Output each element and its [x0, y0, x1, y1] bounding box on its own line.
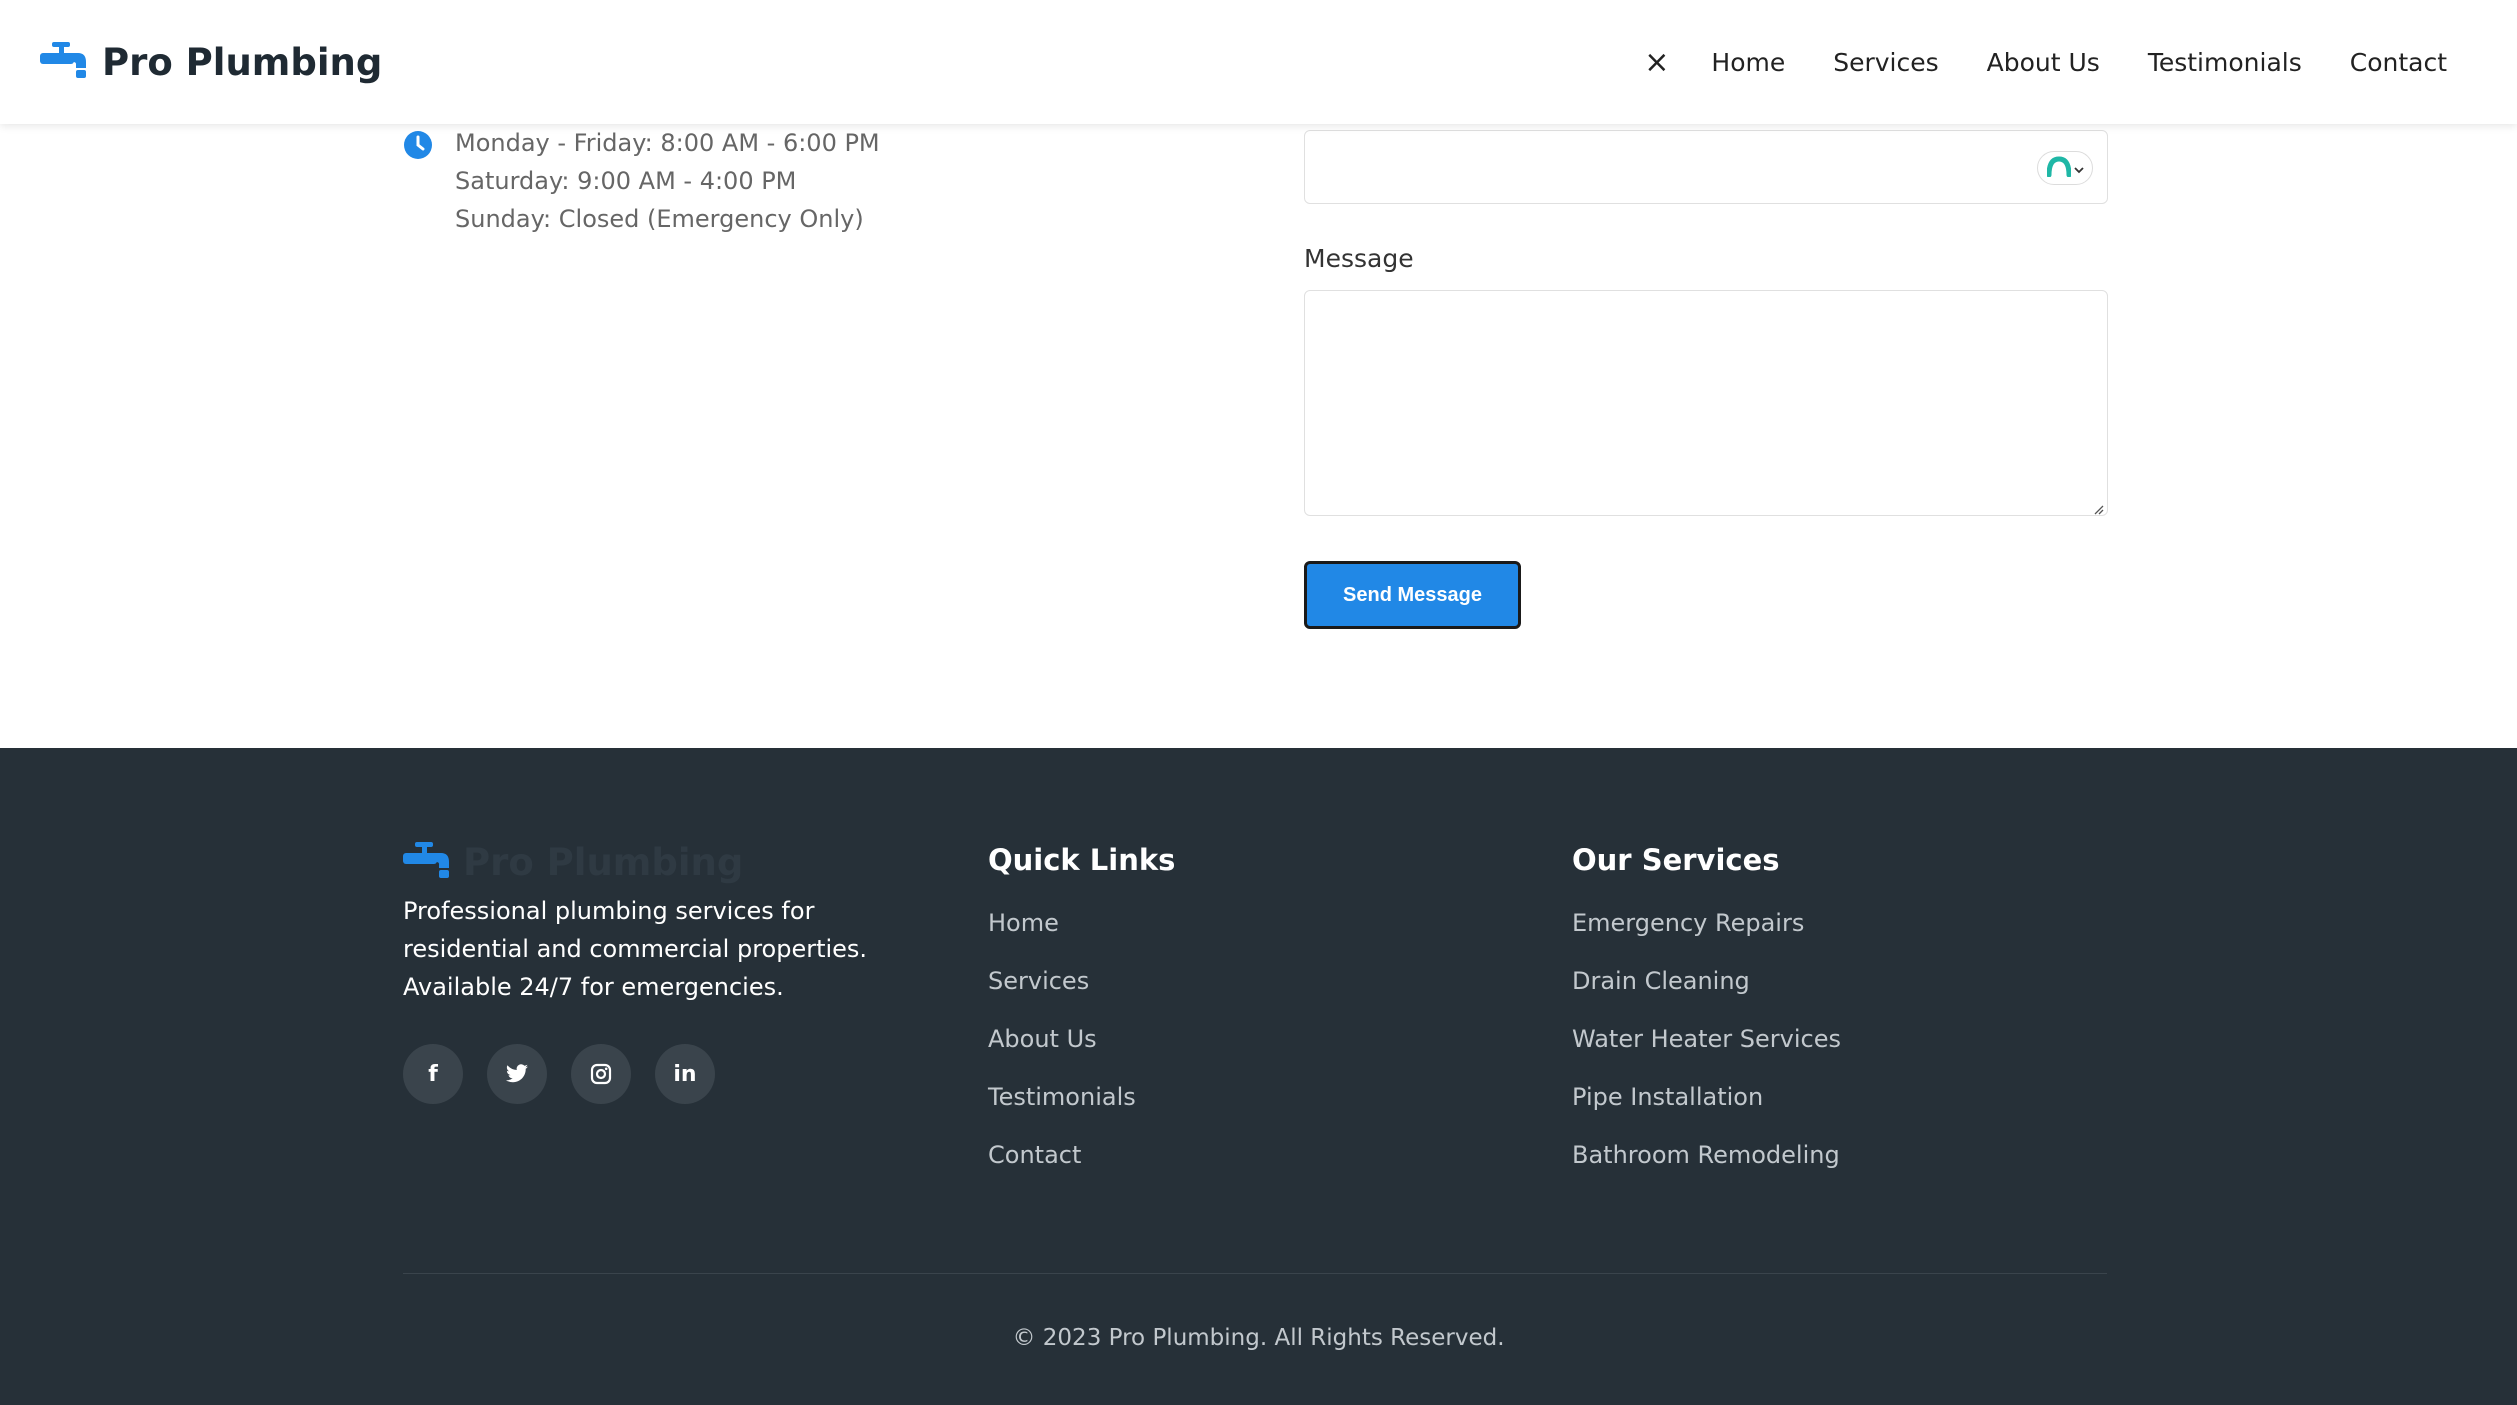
hours-weekdays: Monday - Friday: 8:00 AM - 6:00 PM — [455, 129, 880, 157]
site-header: Pro Plumbing × Home Services About Us Te… — [0, 0, 2517, 124]
close-icon[interactable]: × — [1644, 45, 1669, 80]
nav-testimonials[interactable]: Testimonials — [2148, 48, 2302, 77]
nav-home[interactable]: Home — [1711, 48, 1785, 77]
footer-brand-name: Pro Plumbing — [463, 840, 744, 884]
services-list: Emergency Repairs Drain Cleaning Water H… — [1572, 906, 1841, 1173]
quick-links-list: Home Services About Us Testimonials Cont… — [988, 906, 1175, 1173]
quick-links-heading: Quick Links — [988, 843, 1176, 877]
clock-icon — [403, 130, 433, 234]
faucet-icon — [40, 40, 88, 84]
copyright-text: © 2023 Pro Plumbing. All Rights Reserved… — [1012, 1325, 1505, 1351]
message-label: Message — [1304, 244, 1414, 273]
service-select-field[interactable] — [1304, 130, 2108, 204]
extension-badge[interactable] — [2037, 151, 2093, 185]
message-textarea[interactable] — [1304, 290, 2108, 516]
faucet-icon — [403, 840, 451, 884]
main-nav: × Home Services About Us Testimonials Co… — [1644, 45, 2447, 80]
footer-link-contact[interactable]: Contact — [988, 1138, 1175, 1173]
footer-quick-links-column: Quick Links Home Services About Us Testi… — [988, 840, 1175, 1173]
footer-service-water-heater[interactable]: Water Heater Services — [1572, 1022, 1841, 1057]
send-message-button[interactable]: Send Message — [1304, 561, 1521, 629]
footer-service-emergency-repairs[interactable]: Emergency Repairs — [1572, 906, 1841, 941]
hours-saturday: Saturday: 9:00 AM - 4:00 PM — [455, 167, 797, 195]
extension-logo-icon — [2046, 155, 2071, 181]
hours-list: Monday - Friday: 8:00 AM - 6:00 PM Satur… — [455, 128, 880, 234]
nav-about-us[interactable]: About Us — [1987, 48, 2100, 77]
footer-service-drain-cleaning[interactable]: Drain Cleaning — [1572, 964, 1841, 999]
business-hours: Monday - Friday: 8:00 AM - 6:00 PM Satur… — [403, 128, 880, 234]
footer-link-home[interactable]: Home — [988, 906, 1175, 941]
footer-services-column: Our Services Emergency Repairs Drain Cle… — [1572, 840, 1841, 1173]
hours-sunday: Sunday: Closed (Emergency Only) — [455, 205, 864, 233]
footer-link-services[interactable]: Services — [988, 964, 1175, 999]
social-links: f in — [403, 1044, 943, 1104]
brand-name: Pro Plumbing — [102, 40, 383, 84]
footer-service-pipe-installation[interactable]: Pipe Installation — [1572, 1080, 1841, 1115]
instagram-icon[interactable] — [571, 1044, 631, 1104]
footer-brand[interactable]: Pro Plumbing — [403, 840, 943, 884]
footer-service-bathroom-remodeling[interactable]: Bathroom Remodeling — [1572, 1138, 1841, 1173]
footer-about-column: Pro Plumbing Professional plumbing servi… — [403, 840, 943, 1104]
site-footer: Pro Plumbing Professional plumbing servi… — [0, 748, 2517, 1405]
brand-logo[interactable]: Pro Plumbing — [40, 40, 382, 84]
facebook-icon[interactable]: f — [403, 1044, 463, 1104]
nav-services[interactable]: Services — [1833, 48, 1938, 77]
footer-divider — [403, 1273, 2107, 1274]
footer-description: Professional plumbing services for resid… — [403, 897, 868, 1001]
linkedin-icon[interactable]: in — [655, 1044, 715, 1104]
our-services-heading: Our Services — [1572, 843, 1780, 877]
footer-link-about-us[interactable]: About Us — [988, 1022, 1175, 1057]
nav-contact[interactable]: Contact — [2350, 48, 2447, 77]
chevron-down-icon — [2073, 159, 2084, 178]
twitter-icon[interactable] — [487, 1044, 547, 1104]
footer-link-testimonials[interactable]: Testimonials — [988, 1080, 1175, 1115]
resize-handle-icon[interactable] — [2092, 500, 2104, 515]
